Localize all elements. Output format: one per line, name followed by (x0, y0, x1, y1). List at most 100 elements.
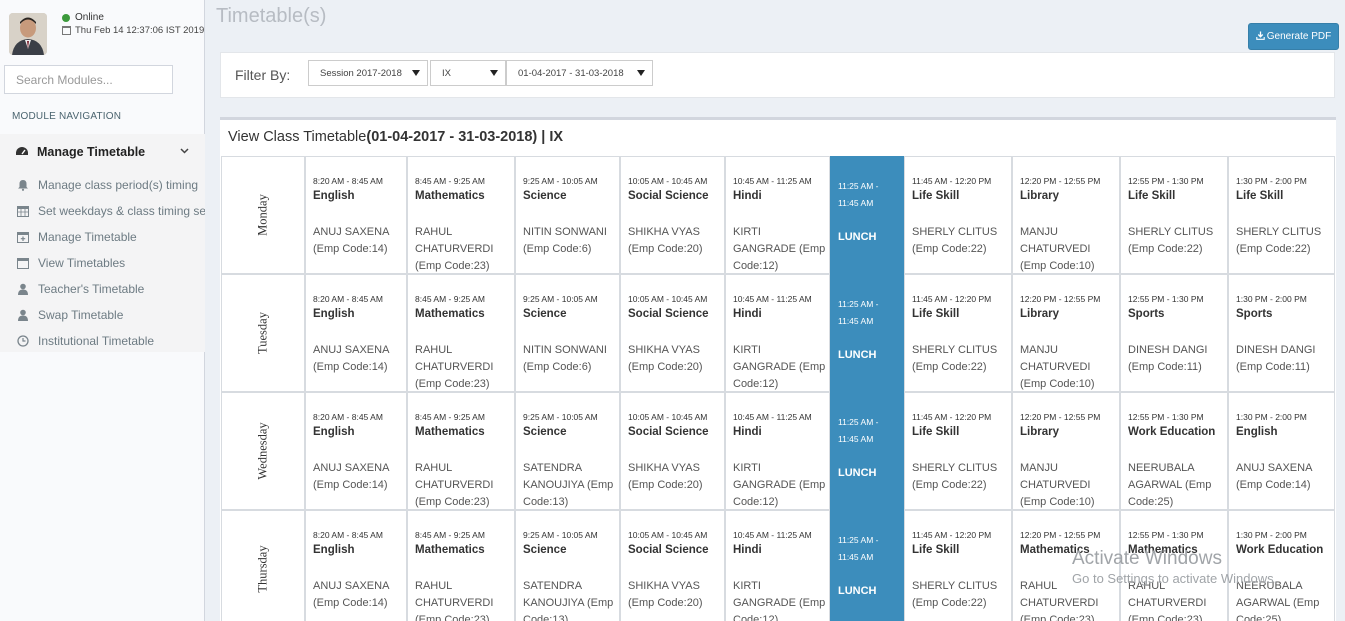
period-subject: Hindi (733, 308, 762, 320)
chevron-down-icon[interactable] (180, 146, 189, 157)
day-label: Tuesday (255, 312, 270, 354)
period-subject: Life Skill (1236, 190, 1284, 202)
sidebar-item-institutional-timetable[interactable]: Institutional Timetable (0, 328, 205, 354)
nav-manage-timetable[interactable]: Manage Timetable (0, 134, 205, 170)
period-time: 11:45 AM - 12:20 PM (912, 412, 992, 422)
period-teacher: KIRTI GANGRADE (Emp Code:12) (733, 226, 826, 272)
period-cell: 9:25 AM - 10:05 AM Science SATENDRA KANOUJ… (515, 392, 620, 510)
period-teacher: RAHUL CHATURVERDI (Emp Code:23) (415, 226, 494, 272)
generate-pdf-label: Generate PDF (1266, 31, 1332, 42)
generate-pdf-button[interactable]: Generate PDF (1248, 23, 1339, 50)
period-subject: Social Science (628, 190, 709, 202)
period-cell: 12:55 PM - 1:30 PM Work Education NEERUBAL… (1120, 392, 1228, 510)
period-subject: Social Science (628, 426, 709, 438)
calendar-plus-icon (17, 231, 29, 243)
period-cell: 9:25 AM - 10:05 AM Science SATENDRA KANOUJ… (515, 510, 620, 621)
period-time: 10:45 AM - 11:25 AM (733, 176, 812, 186)
period-teacher: RAHUL CHATURVERDI (Emp Code:23) (1020, 580, 1099, 621)
period-time: 12:55 PM - 1:30 PM (1128, 412, 1204, 422)
session-select[interactable]: Session 2017-2018 (308, 60, 428, 86)
period-cell: 1:30 PM - 2:00 PM Work Education NEERUBALA… (1228, 510, 1335, 621)
period-subject: Life Skill (912, 426, 960, 438)
period-teacher: RAHUL CHATURVERDI (Emp Code:23) (1128, 580, 1207, 621)
day-label: Thursday (255, 545, 270, 593)
lunch-cell: 11:25 AM - 11:45 AM LUNCH (830, 392, 904, 510)
period-subject: Life Skill (912, 544, 960, 556)
sidebar-item-weekdays-timing-sets[interactable]: Set weekdays & class timing sets (0, 198, 205, 224)
period-cell: 10:45 AM - 11:25 AM Hindi KIRTI GANGRADE (… (725, 510, 830, 621)
period-teacher: KIRTI GANGRADE (Emp Code:12) (733, 344, 826, 390)
period-time: 11:45 AM - 12:20 PM (912, 176, 992, 186)
period-time: 8:45 AM - 9:25 AM (415, 412, 485, 422)
user-panel: Online Thu Feb 14 12:37:06 IST 2019 (0, 0, 205, 62)
timetable-title: View Class Timetable(01-04-2017 - 31-03-… (228, 129, 563, 145)
period-subject: English (1236, 426, 1278, 438)
caret-down-icon (490, 70, 498, 76)
period-cell: 10:05 AM - 10:45 AM Social Science SHIKHA … (620, 156, 725, 274)
sidebar-item-swap-timetable[interactable]: Swap Timetable (0, 302, 205, 328)
period-time: 10:05 AM - 10:45 AM (628, 412, 708, 422)
period-time: 10:45 AM - 11:25 AM (733, 530, 812, 540)
period-cell: 12:20 PM - 12:55 PM Library MANJU CHATURVE… (1012, 156, 1120, 274)
nav-manage-timetable-label: Manage Timetable (37, 145, 146, 159)
sidebar-item-manage-timetable[interactable]: Manage Timetable (0, 224, 205, 250)
module-navigation-header: MODULE NAVIGATION (12, 111, 122, 122)
period-subject: Science (523, 190, 567, 202)
user-icon (17, 283, 29, 295)
period-time: 11:45 AM - 12:20 PM (912, 530, 992, 540)
date-range-select[interactable]: 01-04-2017 - 31-03-2018 (506, 60, 653, 86)
period-time: 11:25 AM - 11:45 AM (838, 535, 879, 562)
period-cell: 10:05 AM - 10:45 AM Social Science SHIKHA … (620, 510, 725, 621)
period-cell: 12:20 PM - 12:55 PM Library MANJU CHATURVE… (1012, 274, 1120, 392)
period-subject: Social Science (628, 308, 709, 320)
period-cell: 8:20 AM - 8:45 AM English ANUJ SAXENA (Emp… (305, 156, 407, 274)
class-select[interactable]: IX (430, 60, 506, 86)
caret-down-icon (637, 70, 645, 76)
period-cell: 12:55 PM - 1:30 PM Sports DINESH DANGI (Em… (1120, 274, 1228, 392)
period-cell: 11:45 AM - 12:20 PM Life Skill SHERLY CLIT… (904, 156, 1012, 274)
lunch-cell: 11:25 AM - 11:45 AM LUNCH (830, 510, 904, 621)
period-time: 12:55 PM - 1:30 PM (1128, 294, 1204, 304)
period-teacher: KIRTI GANGRADE (Emp Code:12) (733, 580, 826, 621)
period-time: 1:30 PM - 2:00 PM (1236, 530, 1307, 540)
period-time: 12:20 PM - 12:55 PM (1020, 294, 1101, 304)
period-time: 9:25 AM - 10:05 AM (523, 530, 598, 540)
sidebar-item-view-timetables[interactable]: View Timetables (0, 250, 205, 276)
datetime-text: Thu Feb 14 12:37:06 IST 2019 (75, 25, 205, 36)
sidebar-item-teachers-timetable[interactable]: Teacher's Timetable (0, 276, 205, 302)
period-teacher: DINESH DANGI (Emp Code:11) (1128, 344, 1208, 373)
period-subject: Mathematics (415, 308, 485, 320)
period-cell: 9:25 AM - 10:05 AM Science NITIN SONWANI (… (515, 274, 620, 392)
period-teacher: ANUJ SAXENA (Emp Code:14) (1236, 462, 1312, 491)
online-label: Online (75, 12, 104, 23)
period-time: 10:45 AM - 11:25 AM (733, 412, 812, 422)
period-cell: 11:45 AM - 12:20 PM Life Skill SHERLY CLIT… (904, 274, 1012, 392)
search-modules-input[interactable]: Search Modules... (4, 65, 173, 94)
date-range-select-value: 01-04-2017 - 31-03-2018 (518, 68, 624, 79)
period-time: 12:20 PM - 12:55 PM (1020, 530, 1101, 540)
period-teacher: NITIN SONWANI (Emp Code:6) (523, 344, 607, 373)
calendar-icon (17, 257, 29, 269)
period-time: 11:45 AM - 12:20 PM (912, 294, 992, 304)
sidebar-item-class-period-timing[interactable]: Manage class period(s) timing (0, 172, 205, 198)
period-teacher: SATENDRA KANOUJIYA (Emp Code:13) (523, 580, 614, 621)
online-status: Online (62, 12, 104, 23)
period-cell: 8:20 AM - 8:45 AM English ANUJ SAXENA (Emp… (305, 274, 407, 392)
filter-label: Filter By: (235, 67, 291, 83)
period-time: 12:55 PM - 1:30 PM (1128, 530, 1204, 540)
period-time: 1:30 PM - 2:00 PM (1236, 294, 1307, 304)
day-label: Monday (255, 194, 270, 236)
timetable-panel: View Class Timetable(01-04-2017 - 31-03-… (220, 117, 1336, 621)
period-teacher: RAHUL CHATURVERDI (Emp Code:23) (415, 580, 494, 621)
period-teacher: ANUJ SAXENA (Emp Code:14) (313, 344, 389, 373)
page-title: Timetable(s) (216, 5, 327, 27)
sidebar: Online Thu Feb 14 12:37:06 IST 2019 Sear… (0, 0, 205, 621)
period-teacher: SHERLY CLITUS (Emp Code:22) (1236, 226, 1322, 255)
avatar[interactable] (9, 13, 47, 55)
period-subject: Work Education (1128, 426, 1216, 438)
calendar-icon (62, 26, 71, 35)
period-subject: Library (1020, 426, 1059, 438)
period-subject: Life Skill (912, 190, 960, 202)
period-time: 10:05 AM - 10:45 AM (628, 176, 708, 186)
period-teacher: MANJU CHATURVEDI (Emp Code:10) (1020, 344, 1095, 390)
